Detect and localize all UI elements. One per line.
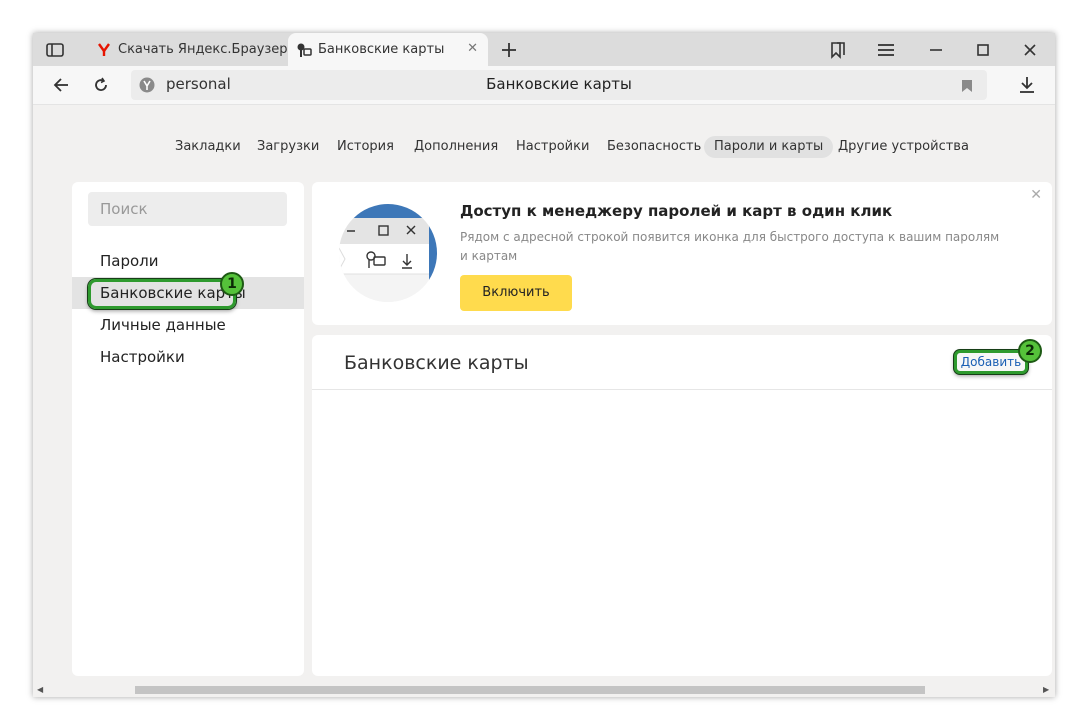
promo-title: Доступ к менеджеру паролей и карт в один… [460, 202, 893, 220]
new-tab-button[interactable] [489, 33, 529, 66]
step-badge-2: 2 [1018, 339, 1042, 363]
enable-button[interactable]: Включить [460, 275, 572, 311]
close-window-button[interactable] [1010, 33, 1050, 66]
tab-bank-cards[interactable]: Банковские карты ✕ [288, 33, 488, 66]
nav-settings[interactable]: Настройки [516, 136, 589, 158]
bookmark-icon[interactable] [961, 78, 973, 97]
minimize-icon [930, 48, 942, 51]
scroll-left-icon[interactable]: ◀ [37, 683, 43, 697]
yandex-icon [96, 42, 112, 58]
settings-nav: Закладки Загрузки История Дополнения Нас… [33, 133, 1055, 161]
page-title: Банковские карты [486, 75, 632, 93]
bookmarks-icon [831, 41, 845, 59]
scroll-thumb[interactable] [135, 686, 925, 694]
nav-downloads[interactable]: Загрузки [257, 136, 319, 158]
minimize-button[interactable] [916, 33, 956, 66]
omnibox[interactable]: personal Банковские карты [131, 70, 987, 100]
promo-illustration [339, 204, 437, 302]
back-button[interactable] [47, 71, 75, 99]
section-title: Банковские карты [344, 352, 529, 374]
scroll-right-icon[interactable]: ▶ [1043, 683, 1049, 697]
passwords-icon [296, 42, 312, 58]
nav-extensions[interactable]: Дополнения [414, 136, 498, 158]
reload-icon [95, 77, 107, 91]
hamburger-icon [878, 43, 894, 56]
nav-passwords-cards[interactable]: Пароли и карты [704, 136, 834, 158]
sidebar-toggle-button[interactable] [35, 33, 75, 66]
nav-security[interactable]: Безопасность [607, 136, 701, 158]
promo-description: Рядом с адресной строкой появится иконка… [460, 230, 1000, 263]
sidebar-item-passwords[interactable]: Пароли [72, 245, 304, 277]
tab-bar: Скачать Яндекс.Браузер д Банковские карт… [33, 33, 1055, 66]
close-promo-icon[interactable]: ✕ [1030, 187, 1042, 203]
bank-cards-panel: Банковские карты Добавить [312, 335, 1052, 676]
menu-button[interactable] [866, 33, 906, 66]
bookmarks-panel-button[interactable] [818, 33, 858, 66]
arrow-left-icon [53, 78, 68, 92]
nav-other-devices[interactable]: Другие устройства [838, 136, 969, 158]
sidebar: Поиск Пароли Банковские карты Личные дан… [72, 182, 304, 676]
maximize-button[interactable] [963, 33, 1003, 66]
divider [312, 389, 1052, 390]
close-icon [1024, 43, 1036, 56]
nav-history[interactable]: История [337, 136, 394, 158]
add-card-button[interactable]: Добавить [954, 350, 1028, 374]
tab-yandex-download[interactable]: Скачать Яндекс.Браузер д [88, 33, 288, 66]
sidebar-item-settings[interactable]: Настройки [72, 341, 304, 373]
plus-icon [502, 42, 516, 57]
download-icon [1020, 77, 1034, 93]
search-input[interactable]: Поиск [88, 192, 287, 226]
sidebar-item-personal-data[interactable]: Личные данные [72, 309, 304, 341]
maximize-icon [977, 43, 989, 56]
sidebar-icon [46, 42, 64, 57]
tab-title: Банковские карты [318, 42, 445, 57]
browser-window: Скачать Яндекс.Браузер д Банковские карт… [33, 33, 1055, 697]
close-tab-icon[interactable]: ✕ [467, 41, 478, 56]
highlight-frame [88, 279, 236, 309]
downloads-button[interactable] [1013, 71, 1041, 99]
promo-card: Доступ к менеджеру паролей и карт в один… [312, 182, 1052, 325]
horizontal-scrollbar[interactable]: ◀ ▶ [33, 683, 1055, 697]
address-bar: personal Банковские карты [33, 66, 1055, 105]
reload-button[interactable] [87, 71, 115, 99]
nav-bookmarks[interactable]: Закладки [175, 136, 241, 158]
step-badge-1: 1 [220, 272, 244, 296]
tab-title: Скачать Яндекс.Браузер д [118, 42, 288, 57]
